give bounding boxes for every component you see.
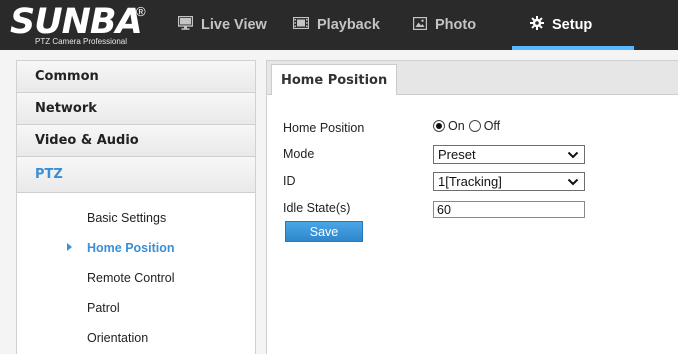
id-select-value: 1[Tracking] [438,174,502,189]
sidebar-item-patrol[interactable]: Patrol [17,293,255,323]
caret-right-icon [67,243,72,251]
brand-name: SUNBA [10,2,143,42]
settings-sidebar: Common Network Video & Audio PTZ Basic S… [16,60,256,354]
mode-select[interactable]: Preset [433,145,585,164]
sidebar-section-label: PTZ [35,167,63,182]
nav-live-view[interactable]: Live View [177,0,267,50]
nav-photo-label: Photo [435,17,477,33]
id-label: ID [283,174,296,188]
sidebar-section-network[interactable]: Network [17,93,255,125]
radio-off[interactable] [468,120,481,132]
nav-live-view-label: Live View [201,17,267,33]
nav-playback[interactable]: Playback [292,0,380,50]
top-nav-bar: SUNBA ® PTZ Camera Professional Live Vie… [0,0,678,50]
tab-home-position[interactable]: Home Position [271,64,398,95]
picture-icon [413,16,428,34]
mode-label: Mode [283,147,315,161]
home-position-radio-group: On Off [433,119,500,133]
sidebar-item-label: Remote Control [87,271,175,285]
brand-logo: SUNBA ® PTZ Camera Professional [10,2,170,48]
sidebar-item-basic-settings[interactable]: Basic Settings [17,203,255,233]
sidebar-section-label: Common [35,69,99,84]
nav-photo[interactable]: Photo [413,0,476,50]
sidebar-section-label: Network [35,101,97,116]
idle-state-input[interactable]: 60 [433,201,585,218]
sidebar-item-orientation[interactable]: Orientation [17,323,255,353]
nav-setup-label: Setup [552,17,593,33]
registered-mark: ® [136,4,146,19]
sidebar-item-remote-control[interactable]: Remote Control [17,263,255,293]
home-position-label: Home Position [283,121,365,135]
chevron-down-icon [567,178,579,186]
sidebar-item-label: Home Position [87,241,175,255]
tab-label: Home Position [281,72,388,88]
chevron-down-icon [567,151,579,159]
sidebar-item-label: Basic Settings [87,211,167,225]
id-select[interactable]: 1[Tracking] [433,172,585,191]
brand-tagline: PTZ Camera Professional [35,37,128,46]
idle-state-label: Idle State(s) [283,201,351,215]
sidebar-section-common[interactable]: Common [17,61,255,93]
gear-icon [530,16,544,34]
radio-on-label: On [448,119,465,133]
settings-panel: Home Position Home Position On Off Mode … [266,60,678,354]
radio-on[interactable] [433,120,445,132]
sidebar-section-label: Video & Audio [35,133,139,148]
nav-setup[interactable]: Setup [512,0,634,50]
sidebar-item-label: Orientation [87,331,149,345]
film-icon [292,16,310,33]
sidebar-item-label: Patrol [87,301,120,315]
sidebar-item-home-position[interactable]: Home Position [17,233,255,263]
active-tab-indicator [512,46,634,50]
mode-select-value: Preset [438,147,476,162]
sidebar-section-ptz[interactable]: PTZ [17,157,255,193]
radio-off-label: Off [483,119,501,133]
panel-tab-strip: Home Position [267,61,678,95]
nav-playback-label: Playback [317,17,380,33]
sidebar-section-video-audio[interactable]: Video & Audio [17,125,255,157]
save-button[interactable]: Save [285,221,363,242]
monitor-icon [177,15,194,34]
